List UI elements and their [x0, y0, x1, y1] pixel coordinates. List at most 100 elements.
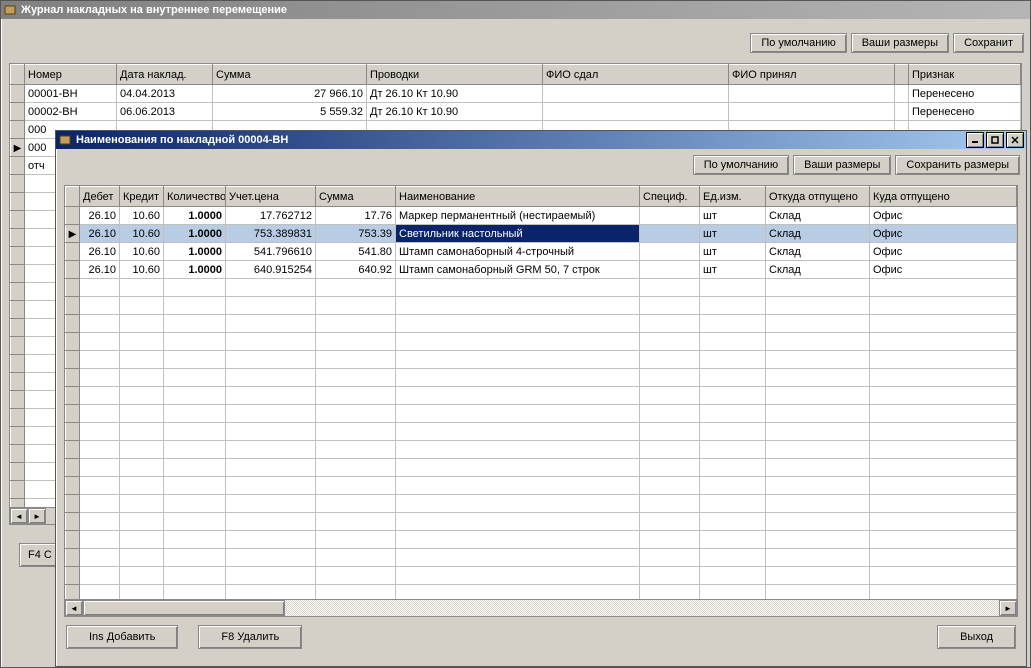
table-row[interactable] [66, 441, 1017, 459]
cell-credit: 10.60 [120, 225, 164, 243]
col-unit[interactable]: Ед.изм. [700, 187, 766, 207]
col-debit[interactable]: Дебет [80, 187, 120, 207]
row-header [66, 207, 80, 225]
your-sizes-button[interactable]: Ваши размеры [793, 155, 891, 175]
journal-hscroll[interactable]: ◄ ► [10, 507, 58, 524]
col-name[interactable]: Наименование [396, 187, 640, 207]
table-row[interactable]: 00002-ВН06.06.20135 559.32Дт 26.10 Кт 10… [11, 103, 1021, 121]
table-row[interactable] [66, 495, 1017, 513]
scroll-left-icon[interactable]: ◄ [10, 508, 28, 524]
defaults-button[interactable]: По умолчанию [693, 155, 789, 175]
save-sizes-button[interactable]: Сохранит [953, 33, 1024, 53]
journal-toolbar: По умолчанию Ваши размеры Сохранит [1, 19, 1030, 59]
table-row[interactable] [66, 351, 1017, 369]
table-row[interactable]: ▶26.1010.601.0000753.389831753.39Светиль… [66, 225, 1017, 243]
journal-header-row: Номер Дата наклад. Сумма Проводки ФИО сд… [11, 65, 1021, 85]
table-row[interactable] [66, 387, 1017, 405]
table-row[interactable] [66, 315, 1017, 333]
window-controls [966, 132, 1024, 148]
cell-unit: шт [700, 243, 766, 261]
col-credit[interactable]: Кредит [120, 187, 164, 207]
table-row[interactable] [66, 549, 1017, 567]
cell-postings: Дт 26.10 Кт 10.90 [367, 85, 543, 103]
cell-unit: шт [700, 207, 766, 225]
col-price[interactable]: Учет.цена [226, 187, 316, 207]
table-row[interactable] [66, 531, 1017, 549]
col-fio-gave[interactable]: ФИО сдал [543, 65, 729, 85]
col-postings[interactable]: Проводки [367, 65, 543, 85]
cell-sum: 27 966.10 [213, 85, 367, 103]
table-row[interactable]: 26.1010.601.0000640.915254640.92Штамп са… [66, 261, 1017, 279]
detail-title: Наименования по накладной 00004-ВН [76, 134, 288, 146]
cell-name: Светильник настольный [396, 225, 640, 243]
table-row[interactable] [66, 459, 1017, 477]
col-qty[interactable]: Количество [164, 187, 226, 207]
cell-fio-gave [543, 103, 729, 121]
cell-qty: 1.0000 [164, 261, 226, 279]
table-row[interactable] [66, 405, 1017, 423]
col-date[interactable]: Дата наклад. [117, 65, 213, 85]
detail-grid[interactable]: Дебет Кредит Количество Учет.цена Сумма … [64, 185, 1018, 617]
table-row[interactable] [66, 279, 1017, 297]
cell-spec [640, 207, 700, 225]
col-sum[interactable]: Сумма [213, 65, 367, 85]
table-row[interactable] [66, 567, 1017, 585]
add-button[interactable]: Ins Добавить [66, 625, 178, 649]
minimize-button[interactable] [966, 132, 984, 148]
cell-from: Склад [766, 243, 870, 261]
col-number[interactable]: Номер [25, 65, 117, 85]
cell-from: Склад [766, 207, 870, 225]
table-row[interactable] [66, 477, 1017, 495]
col-flag[interactable]: Признак [909, 65, 1021, 85]
detail-table: Дебет Кредит Количество Учет.цена Сумма … [65, 186, 1017, 617]
col-spec[interactable]: Специф. [640, 187, 700, 207]
table-row[interactable] [66, 513, 1017, 531]
table-row[interactable] [66, 297, 1017, 315]
detail-titlebar[interactable]: Наименования по накладной 00004-ВН [56, 131, 1026, 149]
cell-debit: 26.10 [80, 207, 120, 225]
defaults-button[interactable]: По умолчанию [750, 33, 846, 53]
row-header [66, 243, 80, 261]
col-from[interactable]: Откуда отпущено [766, 187, 870, 207]
row-header [11, 103, 25, 121]
detail-window: Наименования по накладной 00004-ВН По ум… [55, 130, 1027, 667]
cell-debit: 26.10 [80, 261, 120, 279]
close-button[interactable] [1006, 132, 1024, 148]
cell-credit: 10.60 [120, 243, 164, 261]
delete-button[interactable]: F8 Удалить [198, 625, 302, 649]
col-fio-got[interactable]: ФИО принял [729, 65, 895, 85]
table-row[interactable]: 00001-ВН04.04.201327 966.10Дт 26.10 Кт 1… [11, 85, 1021, 103]
your-sizes-button[interactable]: Ваши размеры [851, 33, 949, 53]
cell-fio-gave [543, 85, 729, 103]
cell-credit: 10.60 [120, 207, 164, 225]
cell-sum: 640.92 [316, 261, 396, 279]
scroll-track[interactable] [83, 600, 999, 616]
table-row[interactable]: 26.1010.601.000017.76271217.76Маркер пер… [66, 207, 1017, 225]
cell-name: Штамп самонаборный 4-строчный [396, 243, 640, 261]
cell-spec [640, 225, 700, 243]
scroll-right-icon[interactable]: ► [28, 508, 46, 524]
cell-number: 00002-ВН [25, 103, 117, 121]
scroll-left-icon[interactable]: ◄ [65, 600, 83, 616]
table-row[interactable] [66, 333, 1017, 351]
save-sizes-button[interactable]: Сохранить размеры [895, 155, 1020, 175]
detail-bottom-bar: Ins Добавить F8 Удалить Выход [56, 617, 1026, 657]
scroll-thumb[interactable] [83, 600, 285, 616]
journal-titlebar[interactable]: Журнал накладных на внутреннее перемещен… [1, 1, 1030, 19]
cell-to: Офис [870, 207, 1017, 225]
col-blank[interactable] [895, 65, 909, 85]
col-sum[interactable]: Сумма [316, 187, 396, 207]
table-row[interactable] [66, 369, 1017, 387]
exit-button[interactable]: Выход [937, 625, 1016, 649]
row-header [11, 85, 25, 103]
col-to[interactable]: Куда отпущено [870, 187, 1017, 207]
cell-debit: 26.10 [80, 225, 120, 243]
cell-to: Офис [870, 243, 1017, 261]
detail-hscroll[interactable]: ◄ ► [65, 599, 1017, 616]
table-row[interactable] [66, 423, 1017, 441]
cell-blank [895, 85, 909, 103]
row-header [11, 157, 25, 175]
table-row[interactable]: 26.1010.601.0000541.796610541.80Штамп са… [66, 243, 1017, 261]
maximize-button[interactable] [986, 132, 1004, 148]
scroll-right-icon[interactable]: ► [999, 600, 1017, 616]
